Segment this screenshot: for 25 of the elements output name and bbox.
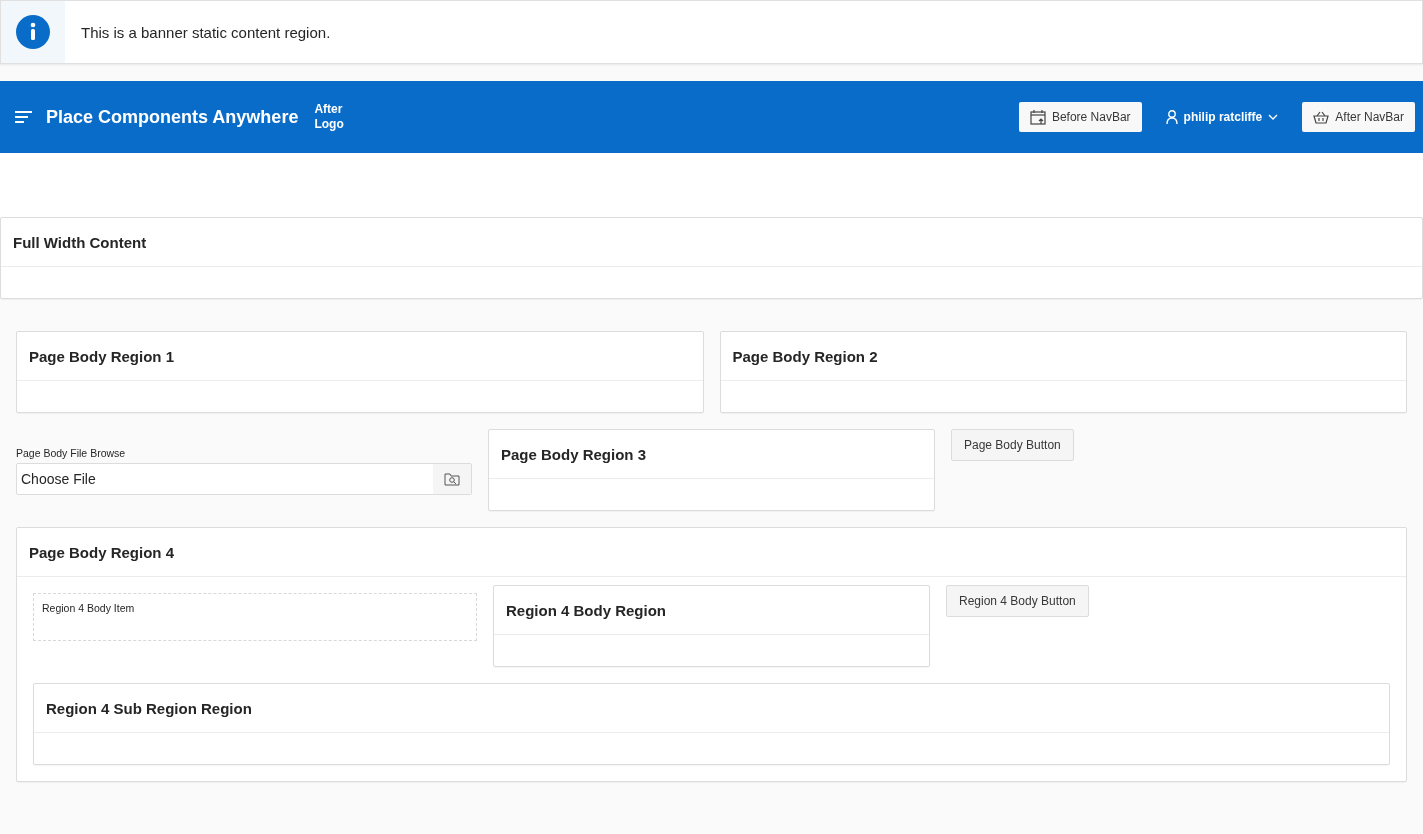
file-browse-field[interactable]: Choose File (16, 463, 472, 495)
region-title: Region 4 Body Region (506, 601, 666, 619)
info-icon (16, 15, 50, 49)
basket-icon (1313, 110, 1330, 124)
chevron-down-icon (1268, 114, 1279, 120)
menu-icon[interactable] (15, 111, 32, 123)
banner-text: This is a banner static content region. (81, 23, 331, 41)
region-title: Full Width Content (13, 233, 147, 251)
region-body-button[interactable]: Region 4 Body Button (946, 585, 1089, 617)
region-title: Region 4 Sub Region Region (46, 699, 252, 717)
user-icon (1165, 110, 1178, 124)
region-title: Page Body Region 3 (501, 445, 647, 463)
after-navbar-button[interactable]: After NavBar (1302, 102, 1415, 132)
body-item-label: Region 4 Body Item (42, 602, 135, 614)
field-label: Page Body File Browse (16, 447, 127, 459)
region-title: Page Body Region 2 (732, 347, 878, 365)
folder-search-icon (444, 472, 460, 486)
region-title: Page Body Region 4 (29, 543, 175, 561)
app-title[interactable]: Place Components Anywhere (46, 106, 299, 128)
after-logo-text: After Logo (314, 102, 345, 132)
page-body-button[interactable]: Page Body Button (951, 429, 1074, 461)
user-menu[interactable]: philip ratcliffe (1159, 109, 1285, 125)
region-title: Page Body Region 1 (29, 347, 175, 365)
before-navbar-button[interactable]: Before NavBar (1018, 102, 1142, 132)
calendar-icon (1029, 109, 1046, 125)
